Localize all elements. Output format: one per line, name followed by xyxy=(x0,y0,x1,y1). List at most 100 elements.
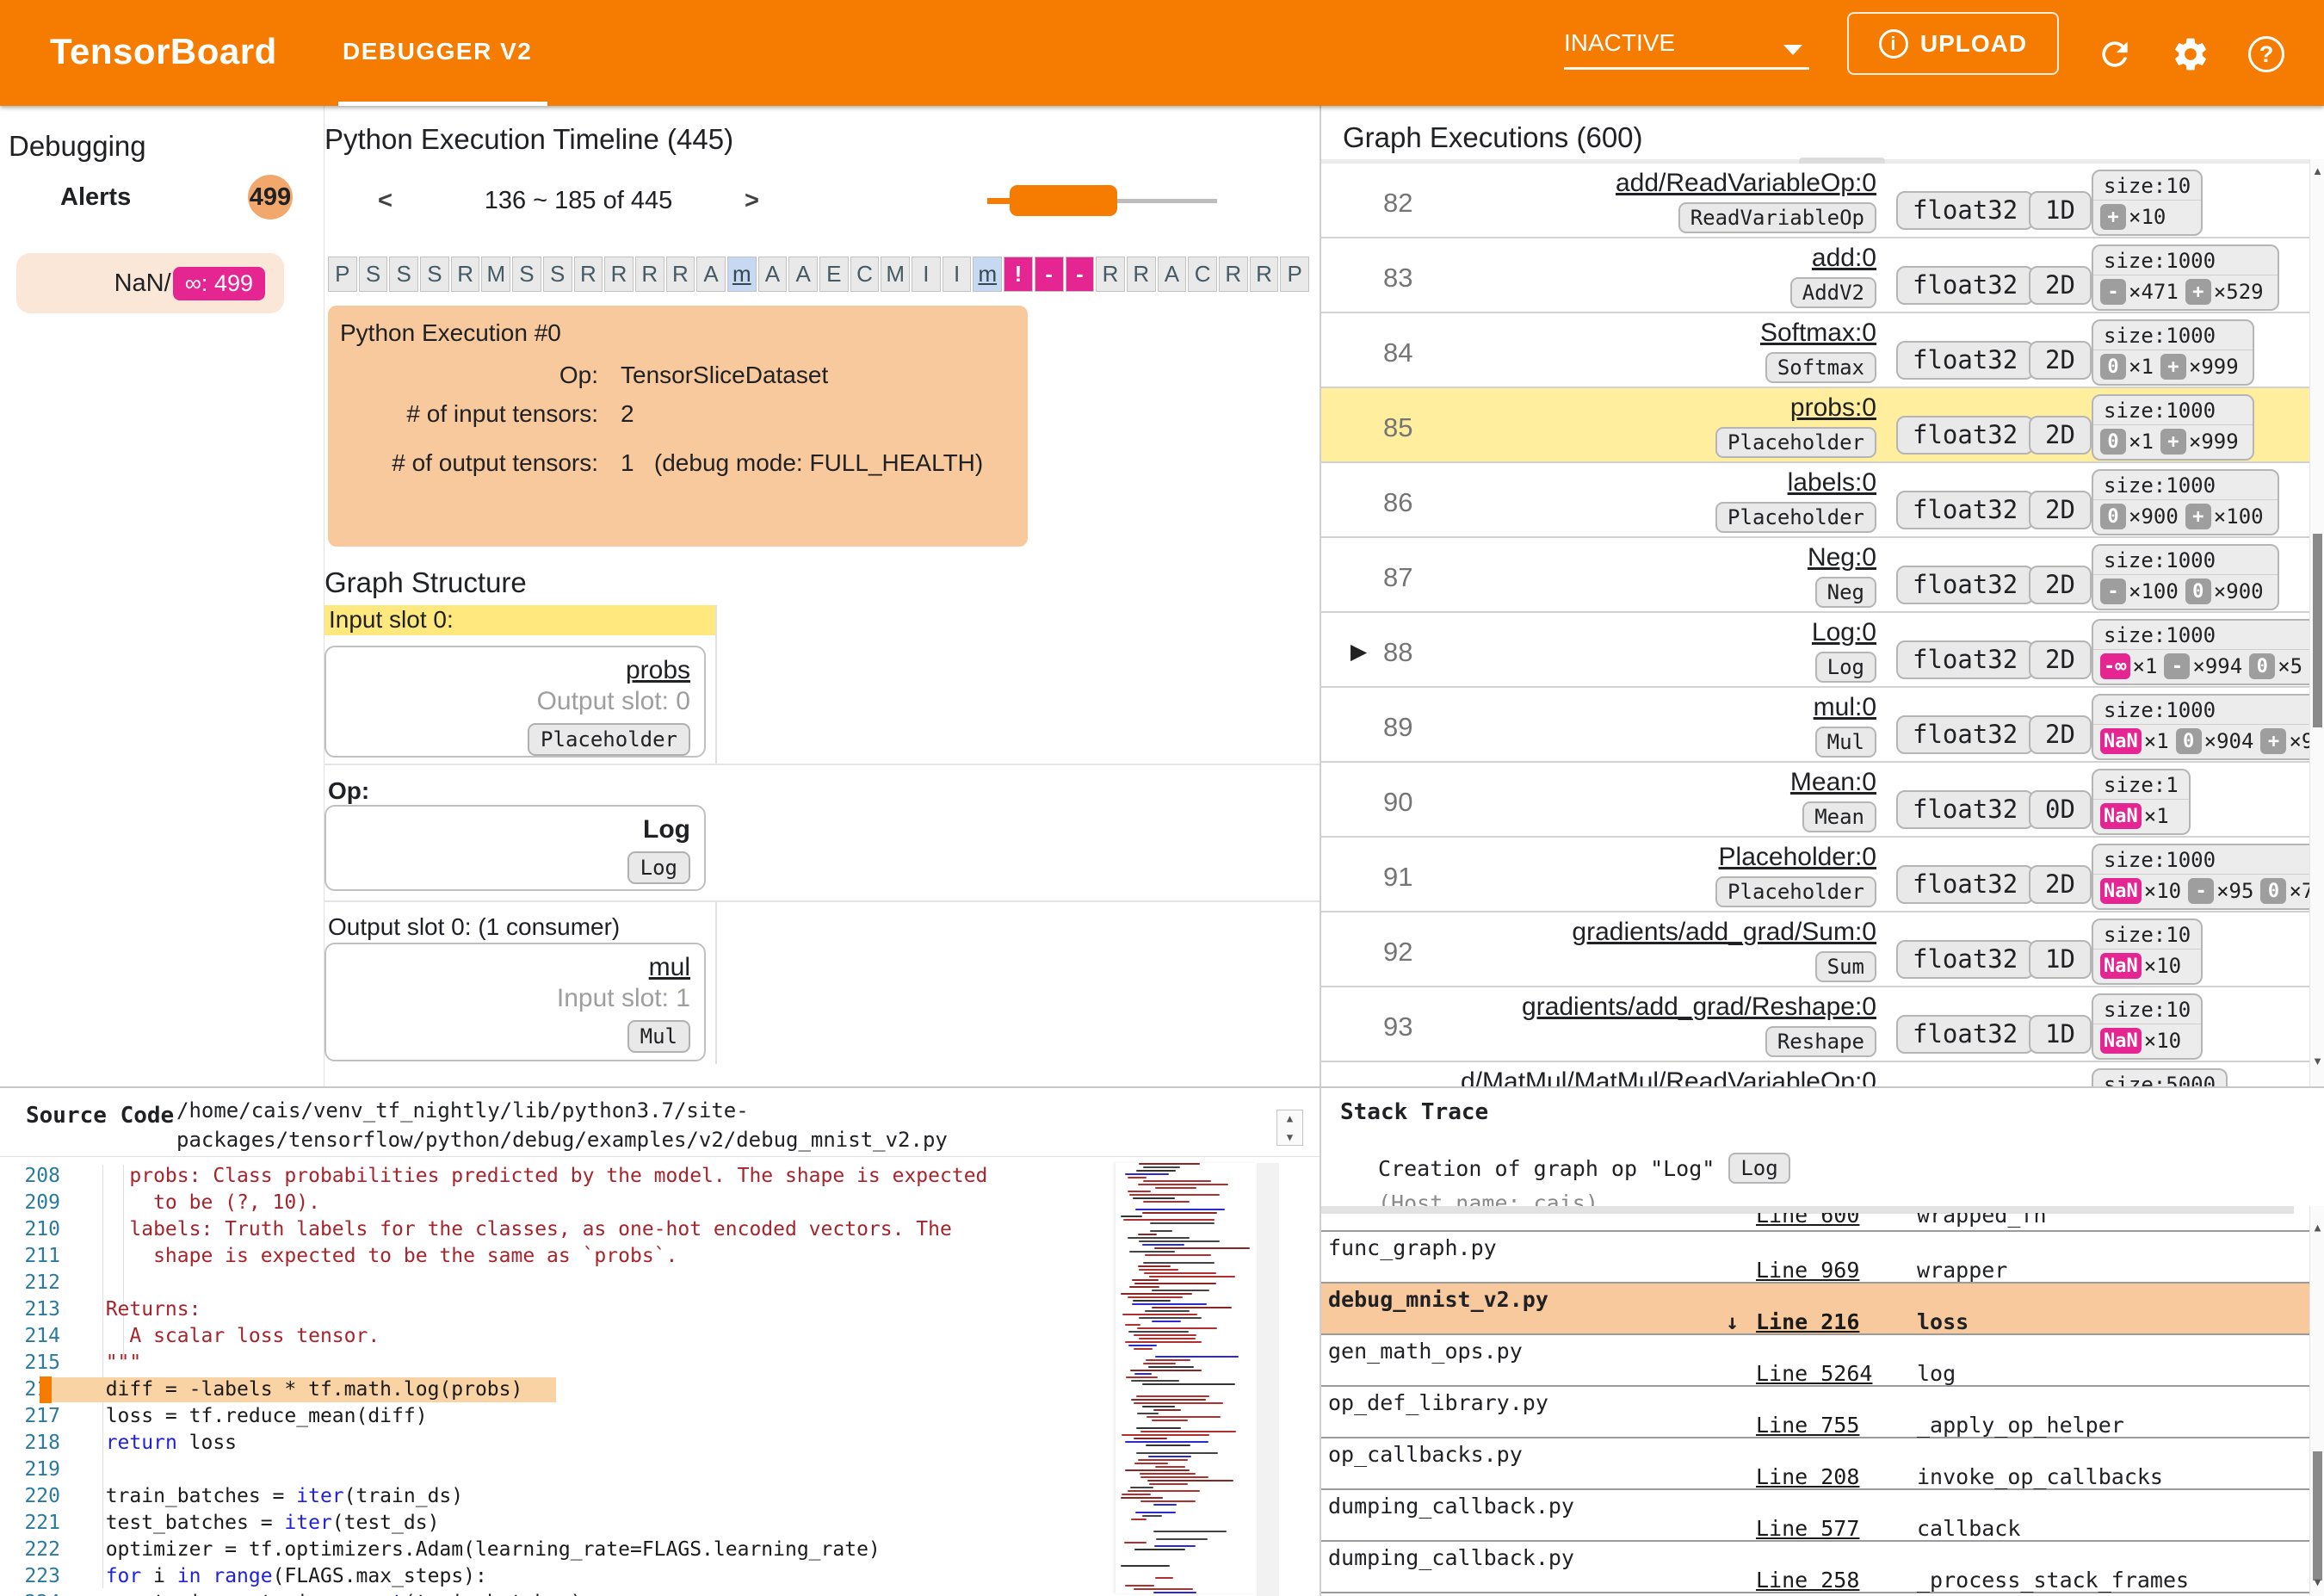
tensor-name-link[interactable]: gradients/add_grad/Sum:0 xyxy=(1572,918,1876,946)
graph-execution-row[interactable]: 93 gradients/add_grad/Reshape:0 Reshape flo… xyxy=(1321,987,2309,1062)
line-number[interactable]: 219 xyxy=(0,1457,60,1483)
timeline-tile[interactable]: A xyxy=(788,257,818,292)
tensor-name-link[interactable]: Neg:0 xyxy=(1808,543,1876,572)
stack-frame[interactable]: func_graph.py Line 969 wrapper xyxy=(1321,1232,2309,1284)
timeline-next-button[interactable]: > xyxy=(745,187,759,215)
line-number[interactable]: 217 xyxy=(0,1403,60,1430)
code-line[interactable]: 210 labels: Truth labels for the classes… xyxy=(0,1216,1110,1243)
consumer-node-link[interactable]: mul xyxy=(649,953,690,981)
timeline-tile[interactable]: S xyxy=(420,257,449,292)
timeline-tile[interactable]: R xyxy=(1126,257,1156,292)
input-node-link[interactable]: probs xyxy=(626,656,690,684)
tensor-name-link[interactable]: Log:0 xyxy=(1812,618,1876,646)
stack-frame[interactable]: op_def_library.py Line 755 _apply_op_helpe… xyxy=(1321,1387,2309,1438)
graph-execution-row[interactable]: 89 mul:0 Mul float32 2D size:1000 NaN ×1 0 ×904 + ×… xyxy=(1321,688,2309,763)
upload-button[interactable]: i UPLOAD xyxy=(1847,12,2059,75)
run-status-dropdown[interactable]: INACTIVE xyxy=(1564,29,1809,69)
timeline-tile[interactable]: R xyxy=(604,257,634,292)
tensor-name-link[interactable]: add/ReadVariableOp:0 xyxy=(1616,169,1876,197)
timeline-tile[interactable]: S xyxy=(389,257,419,292)
stack-trace-scrollbar[interactable]: ▲ ▼ xyxy=(2309,1206,2324,1596)
frame-line-link[interactable]: Line 258 xyxy=(1756,1568,1859,1593)
refresh-icon[interactable] xyxy=(2095,34,2135,74)
timeline-tile[interactable]: R xyxy=(573,257,603,292)
timeline-prev-button[interactable]: < xyxy=(378,187,392,215)
code-line[interactable]: 222 optimizer = tf.optimizers.Adam(learn… xyxy=(0,1537,1110,1563)
code-line[interactable]: 223 for i in range(FLAGS.max_steps): xyxy=(0,1563,1110,1590)
graph-execution-row[interactable]: 91 Placeholder:0 Placeholder float32 2D size:… xyxy=(1321,838,2309,912)
line-number[interactable]: 211 xyxy=(0,1243,60,1270)
timeline-tile[interactable]: R xyxy=(665,257,695,292)
line-number[interactable]: 208 xyxy=(0,1163,60,1190)
code-line[interactable]: 219 xyxy=(0,1457,1110,1483)
tensor-name-link[interactable]: Softmax:0 xyxy=(1760,319,1876,347)
scroll-down-icon[interactable]: ▼ xyxy=(2310,1576,2324,1589)
code-line[interactable]: 211 shape is expected to be the same as … xyxy=(0,1243,1110,1270)
line-number[interactable]: 221 xyxy=(0,1510,60,1537)
tab-debugger-v2[interactable]: DEBUGGER V2 xyxy=(343,38,532,65)
scroll-down-icon[interactable]: ▼ xyxy=(2310,1055,2324,1067)
timeline-tile[interactable]: P xyxy=(328,257,357,292)
code-line[interactable]: 212 xyxy=(0,1270,1110,1296)
code-minimap[interactable] xyxy=(1116,1163,1257,1593)
stack-frame[interactable]: Line 600 wrapped_fn xyxy=(1321,1213,2309,1232)
timeline-tile[interactable]: M xyxy=(881,257,911,292)
timeline-tile[interactable]: ! xyxy=(1004,257,1033,292)
timeline-tile[interactable]: - xyxy=(1034,257,1064,292)
timeline-slider[interactable] xyxy=(987,182,1220,220)
tensor-name-link[interactable]: Mean:0 xyxy=(1790,768,1876,796)
code-line[interactable]: 213 Returns: xyxy=(0,1296,1110,1323)
line-number[interactable]: 213 xyxy=(0,1296,60,1323)
tensor-name-link[interactable]: d/MatMul/MatMul/ReadVariableOp:0 xyxy=(1461,1067,1876,1086)
frame-line-link[interactable]: Line 5264 xyxy=(1756,1361,1872,1386)
timeline-tile[interactable]: C xyxy=(850,257,880,292)
timeline-tile[interactable]: m xyxy=(973,257,1003,292)
timeline-tile[interactable]: S xyxy=(542,257,572,292)
code-line[interactable]: 224 x_train, y_train = next(train_batche… xyxy=(0,1590,1110,1596)
graph-execution-row[interactable]: 85 probs:0 Placeholder float32 2D size:1000 0 ×… xyxy=(1321,388,2309,463)
line-number[interactable]: 212 xyxy=(0,1270,60,1296)
line-number[interactable]: 209 xyxy=(0,1190,60,1216)
timeline-tile[interactable]: R xyxy=(450,257,480,292)
tensor-name-link[interactable]: add:0 xyxy=(1812,244,1876,272)
scrollbar-thumb[interactable] xyxy=(2313,534,2322,727)
scrollbar-thumb[interactable] xyxy=(2313,1451,2322,1581)
frame-line-link[interactable]: Line 755 xyxy=(1756,1413,1859,1438)
scroll-down-icon[interactable]: ▼ xyxy=(1287,1131,1293,1143)
timeline-tile[interactable]: I xyxy=(912,257,941,292)
code-line[interactable]: 216 diff = -labels * tf.math.log(probs) xyxy=(0,1376,1110,1403)
line-number[interactable]: 215 xyxy=(0,1350,60,1376)
timeline-tile[interactable]: R xyxy=(1249,257,1279,292)
stack-frame[interactable]: dumping_callback.py Line 258 _process_stac… xyxy=(1321,1542,2309,1593)
timeline-tile[interactable]: A xyxy=(1157,257,1187,292)
code-line[interactable]: 220 train_batches = iter(train_ds) xyxy=(0,1483,1110,1510)
nan-inf-alert-item[interactable]: NaN/ ∞: 499 xyxy=(16,253,284,313)
timeline-tile[interactable]: R xyxy=(1218,257,1248,292)
scroll-up-icon[interactable]: ▲ xyxy=(2310,164,2324,177)
graph-executions-scrollbar[interactable]: ▲ ▼ xyxy=(2309,159,2324,1086)
code-line[interactable]: 209 to be (?, 10). xyxy=(0,1190,1110,1216)
code-line[interactable]: 218 return loss xyxy=(0,1430,1110,1457)
tensor-name-link[interactable]: mul:0 xyxy=(1814,693,1876,721)
graph-execution-row[interactable]: 83 add:0 AddV2 float32 2D size:1000- ×471 + ×529 xyxy=(1321,238,2309,313)
timeline-tile[interactable]: S xyxy=(358,257,388,292)
timeline-tile[interactable]: A xyxy=(757,257,788,292)
frame-line-link[interactable]: Line 969 xyxy=(1756,1258,1859,1283)
graph-execution-row[interactable]: 92 gradients/add_grad/Sum:0 Sum float32 1D si… xyxy=(1321,912,2309,987)
stack-frame[interactable]: gen_math_ops.py Line 5264 log xyxy=(1321,1335,2309,1387)
frame-line-link[interactable]: Line 208 xyxy=(1756,1464,1859,1489)
code-line[interactable]: 215 """ xyxy=(0,1350,1110,1376)
frame-line-link[interactable]: Line 600 xyxy=(1756,1213,1859,1228)
stack-frame[interactable]: debug_mnist_v2.py ↓ Line 216 loss xyxy=(1321,1284,2309,1335)
timeline-tile[interactable]: A xyxy=(696,257,726,292)
timeline-tile[interactable]: M xyxy=(481,257,511,292)
line-number[interactable]: 214 xyxy=(0,1323,60,1350)
alerts-section-toggle[interactable]: Alerts 499 xyxy=(0,173,293,221)
code-line[interactable]: 214 A scalar loss tensor. xyxy=(0,1323,1110,1350)
code-line[interactable]: 221 test_batches = iter(test_ds) xyxy=(0,1510,1110,1537)
graph-execution-row[interactable]: 84 Softmax:0 Softmax float32 2D size:1000 0 ×1 +… xyxy=(1321,313,2309,388)
line-number[interactable]: 210 xyxy=(0,1216,60,1243)
timeline-tile[interactable]: C xyxy=(1188,257,1217,292)
tensor-name-link[interactable]: probs:0 xyxy=(1790,393,1876,422)
timeline-tile[interactable]: S xyxy=(512,257,541,292)
